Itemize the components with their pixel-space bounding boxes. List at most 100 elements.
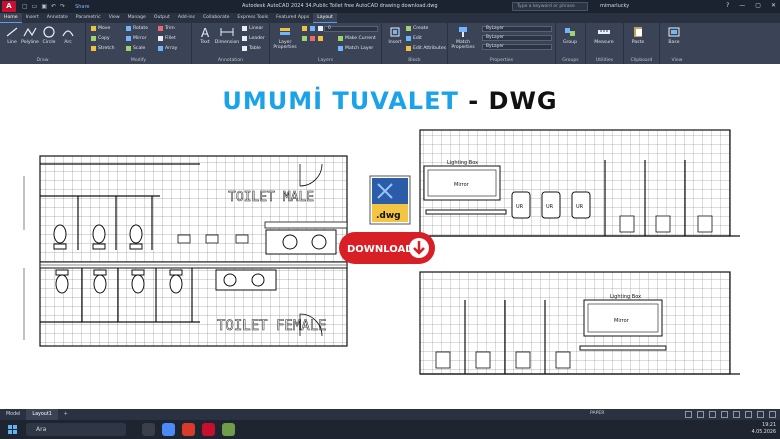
chrome-icon[interactable] bbox=[162, 423, 175, 436]
snap-toggle-icon[interactable] bbox=[697, 411, 704, 418]
dimension-tool[interactable]: Dimension bbox=[214, 26, 240, 45]
tab-manage[interactable]: Manage bbox=[124, 13, 150, 23]
autocad-taskbar-icon[interactable] bbox=[202, 423, 215, 436]
linetype-dropdown[interactable]: ByLayer bbox=[482, 35, 552, 41]
rotate-tool[interactable]: Rotate bbox=[126, 26, 148, 31]
system-tray-clock[interactable]: 19:21 4.05.2026 bbox=[752, 422, 776, 436]
help-search-input[interactable]: Type a keyword or phrase bbox=[512, 2, 588, 11]
opera-icon[interactable] bbox=[182, 423, 195, 436]
new-icon[interactable]: ▢ bbox=[22, 3, 28, 10]
polar-toggle-icon[interactable] bbox=[721, 411, 728, 418]
osnap-toggle-icon[interactable] bbox=[733, 411, 740, 418]
draw-panel-label[interactable]: Draw bbox=[0, 58, 85, 63]
layer-freeze-icon[interactable] bbox=[318, 36, 323, 41]
help-icon[interactable]: ? bbox=[726, 2, 729, 9]
annotation-panel-label[interactable]: Annotation bbox=[192, 58, 269, 63]
lineweight-toggle-icon[interactable] bbox=[745, 411, 752, 418]
properties-panel-label[interactable]: Properties bbox=[448, 58, 555, 63]
settings-gear-icon[interactable] bbox=[757, 411, 764, 418]
make-current-button[interactable]: Make Current bbox=[338, 36, 376, 41]
model-tab[interactable]: Model bbox=[0, 409, 26, 420]
undo-icon[interactable]: ↶ bbox=[51, 3, 56, 10]
layout1-tab[interactable]: Layout1 bbox=[26, 409, 58, 420]
download-button[interactable]: DOWNLOAD bbox=[339, 232, 435, 264]
layer-isolate-icon[interactable] bbox=[302, 36, 307, 41]
fillet-tool[interactable]: Fillet bbox=[158, 36, 176, 41]
ortho-toggle-icon[interactable] bbox=[709, 411, 716, 418]
user-account[interactable]: mimarlucky bbox=[600, 3, 629, 9]
move-tool[interactable]: Move bbox=[91, 26, 110, 31]
page-heading: UMUMİ TUVALET - DWG bbox=[0, 87, 780, 117]
tab-view[interactable]: View bbox=[105, 13, 124, 23]
modify-panel-label[interactable]: Modify bbox=[86, 58, 191, 63]
create-block-button[interactable]: Create bbox=[406, 26, 428, 31]
layers-panel-label[interactable]: Layers bbox=[270, 58, 381, 63]
share-button[interactable]: Share bbox=[75, 4, 89, 10]
close-icon[interactable]: ✕ bbox=[771, 2, 776, 9]
leader-dropdown[interactable]: Leader bbox=[242, 36, 265, 41]
open-icon[interactable]: ▭ bbox=[32, 3, 38, 10]
save-icon[interactable]: ▣ bbox=[41, 3, 47, 10]
tab-insert[interactable]: Insert bbox=[22, 13, 43, 23]
paper-space-indicator[interactable]: PAPER bbox=[590, 411, 604, 416]
customize-menu-icon[interactable] bbox=[769, 411, 776, 418]
app-taskbar-icon[interactable] bbox=[222, 423, 235, 436]
array-tool[interactable]: Array bbox=[158, 46, 177, 51]
tab-collaborate[interactable]: Collaborate bbox=[199, 13, 233, 23]
arc-tool[interactable]: Arc bbox=[57, 26, 79, 45]
drawing-canvas[interactable]: TOILET MALE TOILET FEMALE Lighting Box M… bbox=[0, 64, 780, 409]
urinal-label-2: UR bbox=[546, 204, 554, 210]
clock-date: 4.05.2026 bbox=[751, 430, 776, 435]
edit-block-button[interactable]: Edit bbox=[406, 36, 422, 41]
text-tool[interactable]: A Text bbox=[194, 26, 216, 45]
tab-express-tools[interactable]: Express Tools bbox=[233, 13, 272, 23]
block-panel-label[interactable]: Block bbox=[382, 58, 447, 63]
insert-button[interactable]: Insert bbox=[384, 26, 406, 45]
lineweight-dropdown[interactable]: ByLayer bbox=[482, 44, 552, 50]
match-layer-button[interactable]: Match Layer bbox=[338, 46, 373, 51]
utilities-panel-label[interactable]: Utilities bbox=[586, 58, 623, 63]
tab-layout[interactable]: Layout bbox=[313, 13, 337, 23]
layer-properties-icon bbox=[280, 28, 290, 35]
linear-dropdown[interactable]: Linear bbox=[242, 26, 263, 31]
minimize-icon[interactable]: — bbox=[739, 2, 745, 9]
taskbar-search-input[interactable]: Ara bbox=[26, 423, 126, 436]
paste-button[interactable]: Paste bbox=[627, 26, 649, 45]
lock-icon[interactable] bbox=[318, 26, 323, 31]
tab-annotate[interactable]: Annotate bbox=[43, 13, 72, 23]
measure-button[interactable]: Measure bbox=[593, 26, 615, 45]
trim-tool[interactable]: Trim bbox=[158, 26, 175, 31]
task-view-icon[interactable] bbox=[142, 423, 155, 436]
copy-tool[interactable]: Copy bbox=[91, 36, 110, 41]
stretch-tool[interactable]: Stretch bbox=[91, 46, 115, 51]
lightbulb-icon[interactable] bbox=[302, 26, 307, 31]
color-dropdown[interactable]: ByLayer bbox=[482, 26, 552, 32]
tab-add-ins[interactable]: Add-ins bbox=[174, 13, 199, 23]
sun-icon[interactable] bbox=[310, 26, 315, 31]
scale-tool[interactable]: Scale bbox=[126, 46, 145, 51]
tab-featured-apps[interactable]: Featured Apps bbox=[272, 13, 313, 23]
redo-icon[interactable]: ↷ bbox=[60, 3, 65, 10]
table-tool[interactable]: Table bbox=[242, 46, 261, 51]
tab-parametric[interactable]: Parametric bbox=[72, 13, 105, 23]
fillet-label: Fillet bbox=[165, 36, 176, 41]
groups-panel-label[interactable]: Groups bbox=[556, 58, 585, 63]
base-view-button[interactable]: Base bbox=[663, 26, 685, 45]
windows-start-icon[interactable] bbox=[8, 425, 17, 434]
autocad-logo[interactable]: A bbox=[2, 1, 16, 12]
view-panel-label[interactable]: View bbox=[660, 58, 694, 63]
clipboard-panel-label[interactable]: Clipboard bbox=[624, 58, 659, 63]
mirror-tool[interactable]: Mirror bbox=[126, 36, 147, 41]
match-properties-button[interactable]: Match Properties bbox=[450, 26, 476, 50]
group-button[interactable]: Group bbox=[559, 26, 581, 45]
layer-properties-button[interactable]: Layer Properties bbox=[272, 26, 298, 50]
layer-off-icon[interactable] bbox=[310, 36, 315, 41]
layer-dropdown[interactable]: 0 bbox=[324, 26, 378, 32]
tab-home[interactable]: Home bbox=[0, 13, 22, 23]
edit-attributes-button[interactable]: Edit Attributes bbox=[406, 46, 446, 51]
elevation-bottom bbox=[419, 271, 740, 375]
tab-output[interactable]: Output bbox=[150, 13, 174, 23]
maximize-icon[interactable]: ▢ bbox=[755, 2, 761, 9]
add-layout-icon[interactable]: + bbox=[58, 409, 74, 420]
grid-toggle-icon[interactable] bbox=[685, 411, 692, 418]
